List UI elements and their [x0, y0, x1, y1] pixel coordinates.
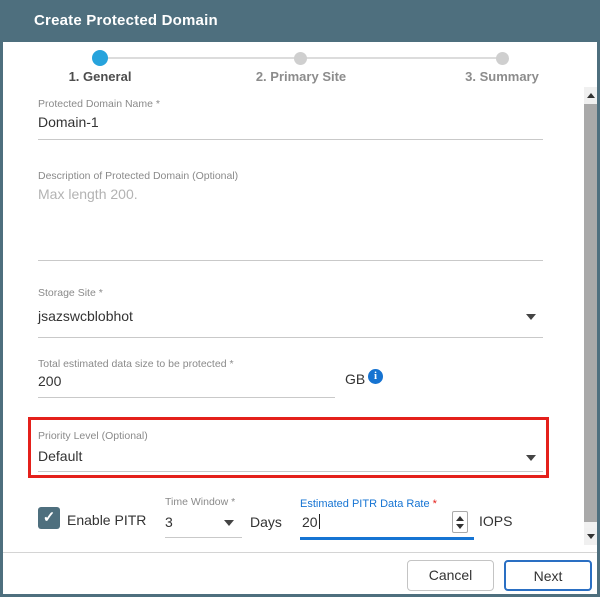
enable-pitr-checkbox[interactable]: ✓ [38, 507, 60, 529]
domain-name-input[interactable]: Domain-1 [38, 114, 99, 130]
stepper-down-icon[interactable] [456, 524, 464, 529]
domain-name-underline [38, 139, 543, 140]
time-window-unit: Days [250, 514, 282, 530]
time-window-select[interactable]: 3 [165, 514, 173, 530]
data-rate-required-asterisk: * [433, 498, 437, 510]
step-label-primary-site[interactable]: 2. Primary Site [245, 69, 357, 84]
priority-dropdown-icon[interactable] [526, 455, 536, 461]
text-caret [319, 514, 320, 529]
data-rate-focus-underline [300, 537, 474, 540]
dialog-titlebar: Create Protected Domain [0, 0, 600, 42]
storage-site-label: Storage Site * [38, 287, 103, 299]
cancel-button[interactable]: Cancel [407, 560, 494, 591]
data-size-label: Total estimated data size to be protecte… [38, 358, 234, 370]
dialog-title: Create Protected Domain [34, 0, 218, 42]
scrollbar-down-button[interactable] [584, 528, 597, 545]
data-size-input[interactable]: 200 [38, 373, 61, 389]
description-textarea[interactable]: Max length 200. [38, 186, 138, 202]
data-size-unit: GB [345, 371, 365, 387]
time-window-underline [165, 537, 242, 538]
data-rate-label: Estimated PITR Data Rate * [300, 498, 437, 510]
step-label-general[interactable]: 1. General [55, 69, 145, 84]
data-rate-unit: IOPS [479, 513, 512, 529]
enable-pitr-label: Enable PITR [67, 512, 146, 528]
next-button[interactable]: Next [504, 560, 592, 591]
info-icon[interactable]: i [368, 369, 383, 384]
data-rate-input[interactable]: 20 [302, 514, 320, 530]
priority-select[interactable]: Default [38, 448, 82, 464]
scroll-up-icon [587, 93, 595, 98]
scroll-down-icon [587, 534, 595, 539]
data-rate-label-text: Estimated PITR Data Rate [300, 498, 430, 510]
priority-underline [38, 471, 543, 472]
footer-divider [3, 552, 597, 553]
scrollbar-up-button[interactable] [584, 87, 597, 104]
step-dot-primary-site[interactable] [294, 52, 307, 65]
description-label: Description of Protected Domain (Optiona… [38, 170, 238, 182]
scrollbar-thumb[interactable] [584, 104, 597, 522]
create-protected-domain-dialog: Create Protected Domain 1. General 2. Pr… [0, 0, 600, 597]
stepper-up-icon[interactable] [456, 516, 464, 521]
storage-site-dropdown-icon[interactable] [526, 314, 536, 320]
storage-site-select[interactable]: jsazswcblobhot [38, 308, 133, 324]
domain-name-label: Protected Domain Name * [38, 98, 160, 110]
data-rate-value: 20 [302, 514, 318, 530]
checkmark-icon: ✓ [43, 509, 56, 526]
priority-label: Priority Level (Optional) [38, 430, 148, 442]
data-rate-stepper[interactable] [452, 511, 468, 533]
data-size-underline [38, 397, 335, 398]
step-dot-general[interactable] [92, 50, 108, 66]
step-label-summary[interactable]: 3. Summary [452, 69, 552, 84]
time-window-label: Time Window * [165, 496, 235, 508]
description-underline [38, 260, 543, 261]
storage-site-underline [38, 337, 543, 338]
step-dot-summary[interactable] [496, 52, 509, 65]
priority-highlight-box [28, 417, 549, 478]
time-window-dropdown-icon[interactable] [224, 520, 234, 526]
